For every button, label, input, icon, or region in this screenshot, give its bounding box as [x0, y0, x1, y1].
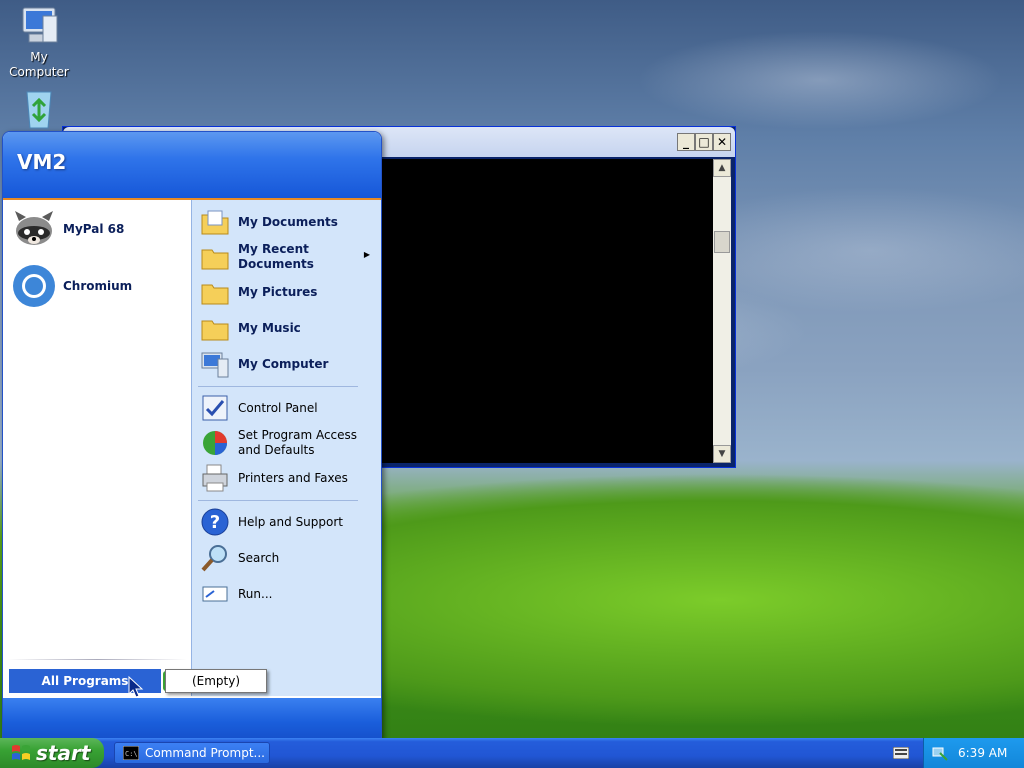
- keyboard-icon[interactable]: [893, 747, 909, 759]
- desktop-icon-label: My Computer: [9, 50, 69, 79]
- control-panel-icon: [202, 395, 228, 421]
- start-button[interactable]: start: [0, 738, 104, 768]
- scroll-up-arrow-icon[interactable]: ▲: [713, 159, 731, 177]
- empty-label: (Empty): [191, 674, 241, 688]
- raccoon-icon: [15, 211, 53, 245]
- menu-item-label: Search: [238, 551, 280, 565]
- recent-documents-icon: [201, 249, 229, 270]
- command-prompt-icon: C:\: [123, 746, 139, 760]
- menu-item-run[interactable]: Run...: [200, 578, 376, 610]
- all-programs-label: All Programs: [41, 674, 129, 688]
- menu-item-label: My Documents: [238, 215, 338, 229]
- vertical-scrollbar[interactable]: ▲ ▼: [713, 159, 731, 463]
- menu-item-my-documents[interactable]: My Documents: [200, 206, 376, 238]
- scroll-thumb[interactable]: [714, 231, 730, 253]
- system-tray: 6:39 AM: [923, 738, 1024, 768]
- my-computer-icon: [201, 352, 229, 378]
- windows-logo-icon: [12, 745, 30, 760]
- start-label: start: [36, 741, 91, 765]
- maximize-button[interactable]: □: [695, 133, 713, 151]
- run-icon: [202, 586, 228, 602]
- places-column: My Documents My Recent Documents ▶ My Pi…: [191, 200, 381, 696]
- taskbar-item-command-prompt[interactable]: C:\ Command Prompt...: [114, 742, 270, 764]
- close-button[interactable]: ✕: [713, 133, 731, 151]
- menu-item-label: My Recent Documents: [238, 242, 314, 271]
- pinned-item-label: Chromium: [63, 279, 133, 293]
- menu-item-label: Run...: [238, 587, 273, 601]
- menu-item-my-computer[interactable]: My Computer: [200, 348, 376, 380]
- menu-item-my-music[interactable]: My Music: [200, 312, 376, 344]
- my-pictures-icon: [201, 284, 229, 305]
- menu-separator: [198, 386, 358, 387]
- menu-item-label: Set Program Access and Defaults: [238, 428, 358, 457]
- desktop-icon-recycle-bin[interactable]: [1, 84, 77, 132]
- menu-item-my-pictures[interactable]: My Pictures: [200, 276, 376, 308]
- my-computer-icon: [22, 7, 58, 43]
- mouse-cursor-icon: [128, 676, 144, 698]
- program-access-icon: [203, 431, 227, 455]
- clock[interactable]: 6:39 AM: [958, 746, 1007, 760]
- programs-flyout-empty[interactable]: (Empty): [165, 669, 267, 693]
- menu-separator: [7, 659, 187, 660]
- pinned-item-chromium[interactable]: Chromium: [11, 262, 187, 310]
- menu-item-label: My Pictures: [238, 285, 318, 299]
- search-icon: [201, 545, 227, 572]
- start-menu-header: VM2: [3, 132, 381, 200]
- chromium-icon: [13, 265, 55, 307]
- taskbar-item-label: Command Prompt...: [145, 746, 265, 760]
- menu-item-recent-documents[interactable]: My Recent Documents ▶: [200, 240, 376, 274]
- desktop-icon-my-computer[interactable]: My Computer: [1, 2, 77, 80]
- menu-item-printers[interactable]: Printers and Faxes: [200, 462, 376, 494]
- menu-item-control-panel[interactable]: Control Panel: [200, 392, 376, 424]
- menu-item-search[interactable]: Search: [200, 542, 376, 574]
- user-name: VM2: [17, 150, 67, 174]
- recycle-bin-icon: [26, 91, 52, 129]
- minimize-button[interactable]: _: [677, 133, 695, 151]
- submenu-arrow-icon: ▶: [363, 250, 370, 259]
- printer-icon: [202, 464, 228, 492]
- pinned-programs: MyPal 68 Chromium: [3, 200, 191, 659]
- scroll-down-arrow-icon[interactable]: ▼: [713, 445, 731, 463]
- menu-item-label: Control Panel: [238, 401, 318, 415]
- svg-text:?: ?: [210, 512, 220, 533]
- start-menu: VM2 MyPal 68 Chromium My Documents My Re…: [2, 131, 382, 740]
- menu-item-program-access[interactable]: Set Program Access and Defaults: [200, 426, 376, 460]
- menu-separator: [198, 500, 358, 501]
- menu-item-label: Printers and Faxes: [238, 471, 348, 485]
- help-icon: ?: [201, 508, 229, 536]
- svg-text:C:\: C:\: [125, 750, 138, 758]
- network-icon[interactable]: [932, 745, 948, 761]
- pinned-item-label: MyPal 68: [63, 222, 125, 236]
- menu-item-label: My Music: [238, 321, 301, 335]
- my-documents-icon: [201, 210, 229, 235]
- menu-item-help[interactable]: ? Help and Support: [200, 506, 376, 538]
- taskbar: start C:\ Command Prompt... 6:39 AM: [0, 738, 1024, 768]
- my-music-icon: [201, 320, 229, 341]
- menu-item-label: My Computer: [238, 357, 329, 371]
- pinned-item-mypal[interactable]: MyPal 68: [11, 208, 187, 250]
- menu-item-label: Help and Support: [238, 515, 343, 529]
- start-menu-footer: [3, 698, 381, 739]
